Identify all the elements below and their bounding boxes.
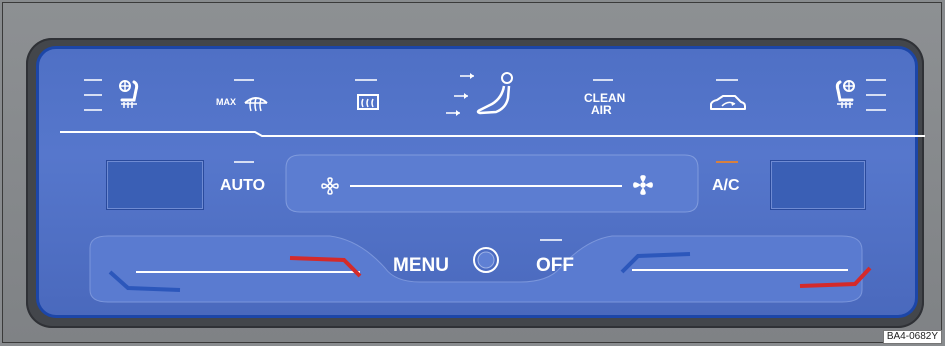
off-indicator (540, 239, 562, 241)
seat-heat-right-indicator-3 (866, 109, 886, 111)
clean-air-button[interactable]: CLEAN AIR (578, 76, 628, 120)
ac-indicator (716, 161, 738, 163)
auto-indicator (234, 161, 254, 163)
menu-label: MENU (393, 255, 449, 276)
seat-heat-left-indicator-3 (84, 109, 102, 111)
fan-high-icon[interactable] (632, 174, 654, 196)
off-button[interactable]: OFF (534, 236, 586, 280)
recirculation-icon (710, 95, 746, 110)
seat-heat-right-button[interactable] (826, 76, 896, 120)
top-divider-line (60, 131, 925, 137)
max-defrost-indicator (234, 79, 254, 81)
seat-heat-left-indicator-2 (84, 94, 102, 96)
recirculation-button[interactable] (700, 76, 754, 120)
menu-knob-icon[interactable] (472, 246, 500, 274)
clean-air-label-line2: AIR (591, 103, 612, 117)
max-defrost-icon (244, 97, 268, 112)
seat-heat-left-button[interactable] (80, 76, 150, 120)
rear-defrost-button[interactable] (348, 76, 388, 120)
fan-speed-slider-track[interactable] (350, 185, 622, 187)
max-defrost-label: MAX (216, 97, 236, 107)
figure-id: BA4-0682Y (882, 330, 942, 344)
seat-heat-left-icon (119, 80, 139, 108)
auto-button[interactable]: AUTO (216, 158, 272, 202)
climate-control-panel-illustration: MAX CLEAN AIR AUTO A/C MENU OFF BA4-0682… (0, 0, 945, 346)
ac-label: A/C (712, 177, 740, 194)
rear-defrost-indicator (355, 79, 377, 81)
seat-heat-right-indicator-2 (866, 94, 886, 96)
fan-low-icon[interactable] (320, 176, 340, 196)
auto-label: AUTO (220, 177, 266, 194)
rear-defrost-icon (357, 94, 379, 110)
recirculation-indicator (716, 79, 738, 81)
clean-air-indicator (593, 79, 613, 81)
left-temperature-display (106, 160, 204, 210)
right-temperature-display (770, 160, 866, 210)
air-distribution-button[interactable] (440, 68, 526, 122)
ac-button[interactable]: A/C (706, 158, 756, 202)
seat-heat-right-indicator-1 (866, 79, 886, 81)
seat-heat-left-indicator-1 (84, 79, 102, 81)
air-distribution-icon (446, 72, 513, 116)
seat-heat-right-icon (835, 80, 855, 108)
off-label: OFF (536, 255, 574, 276)
max-defrost-button[interactable]: MAX (214, 76, 278, 120)
